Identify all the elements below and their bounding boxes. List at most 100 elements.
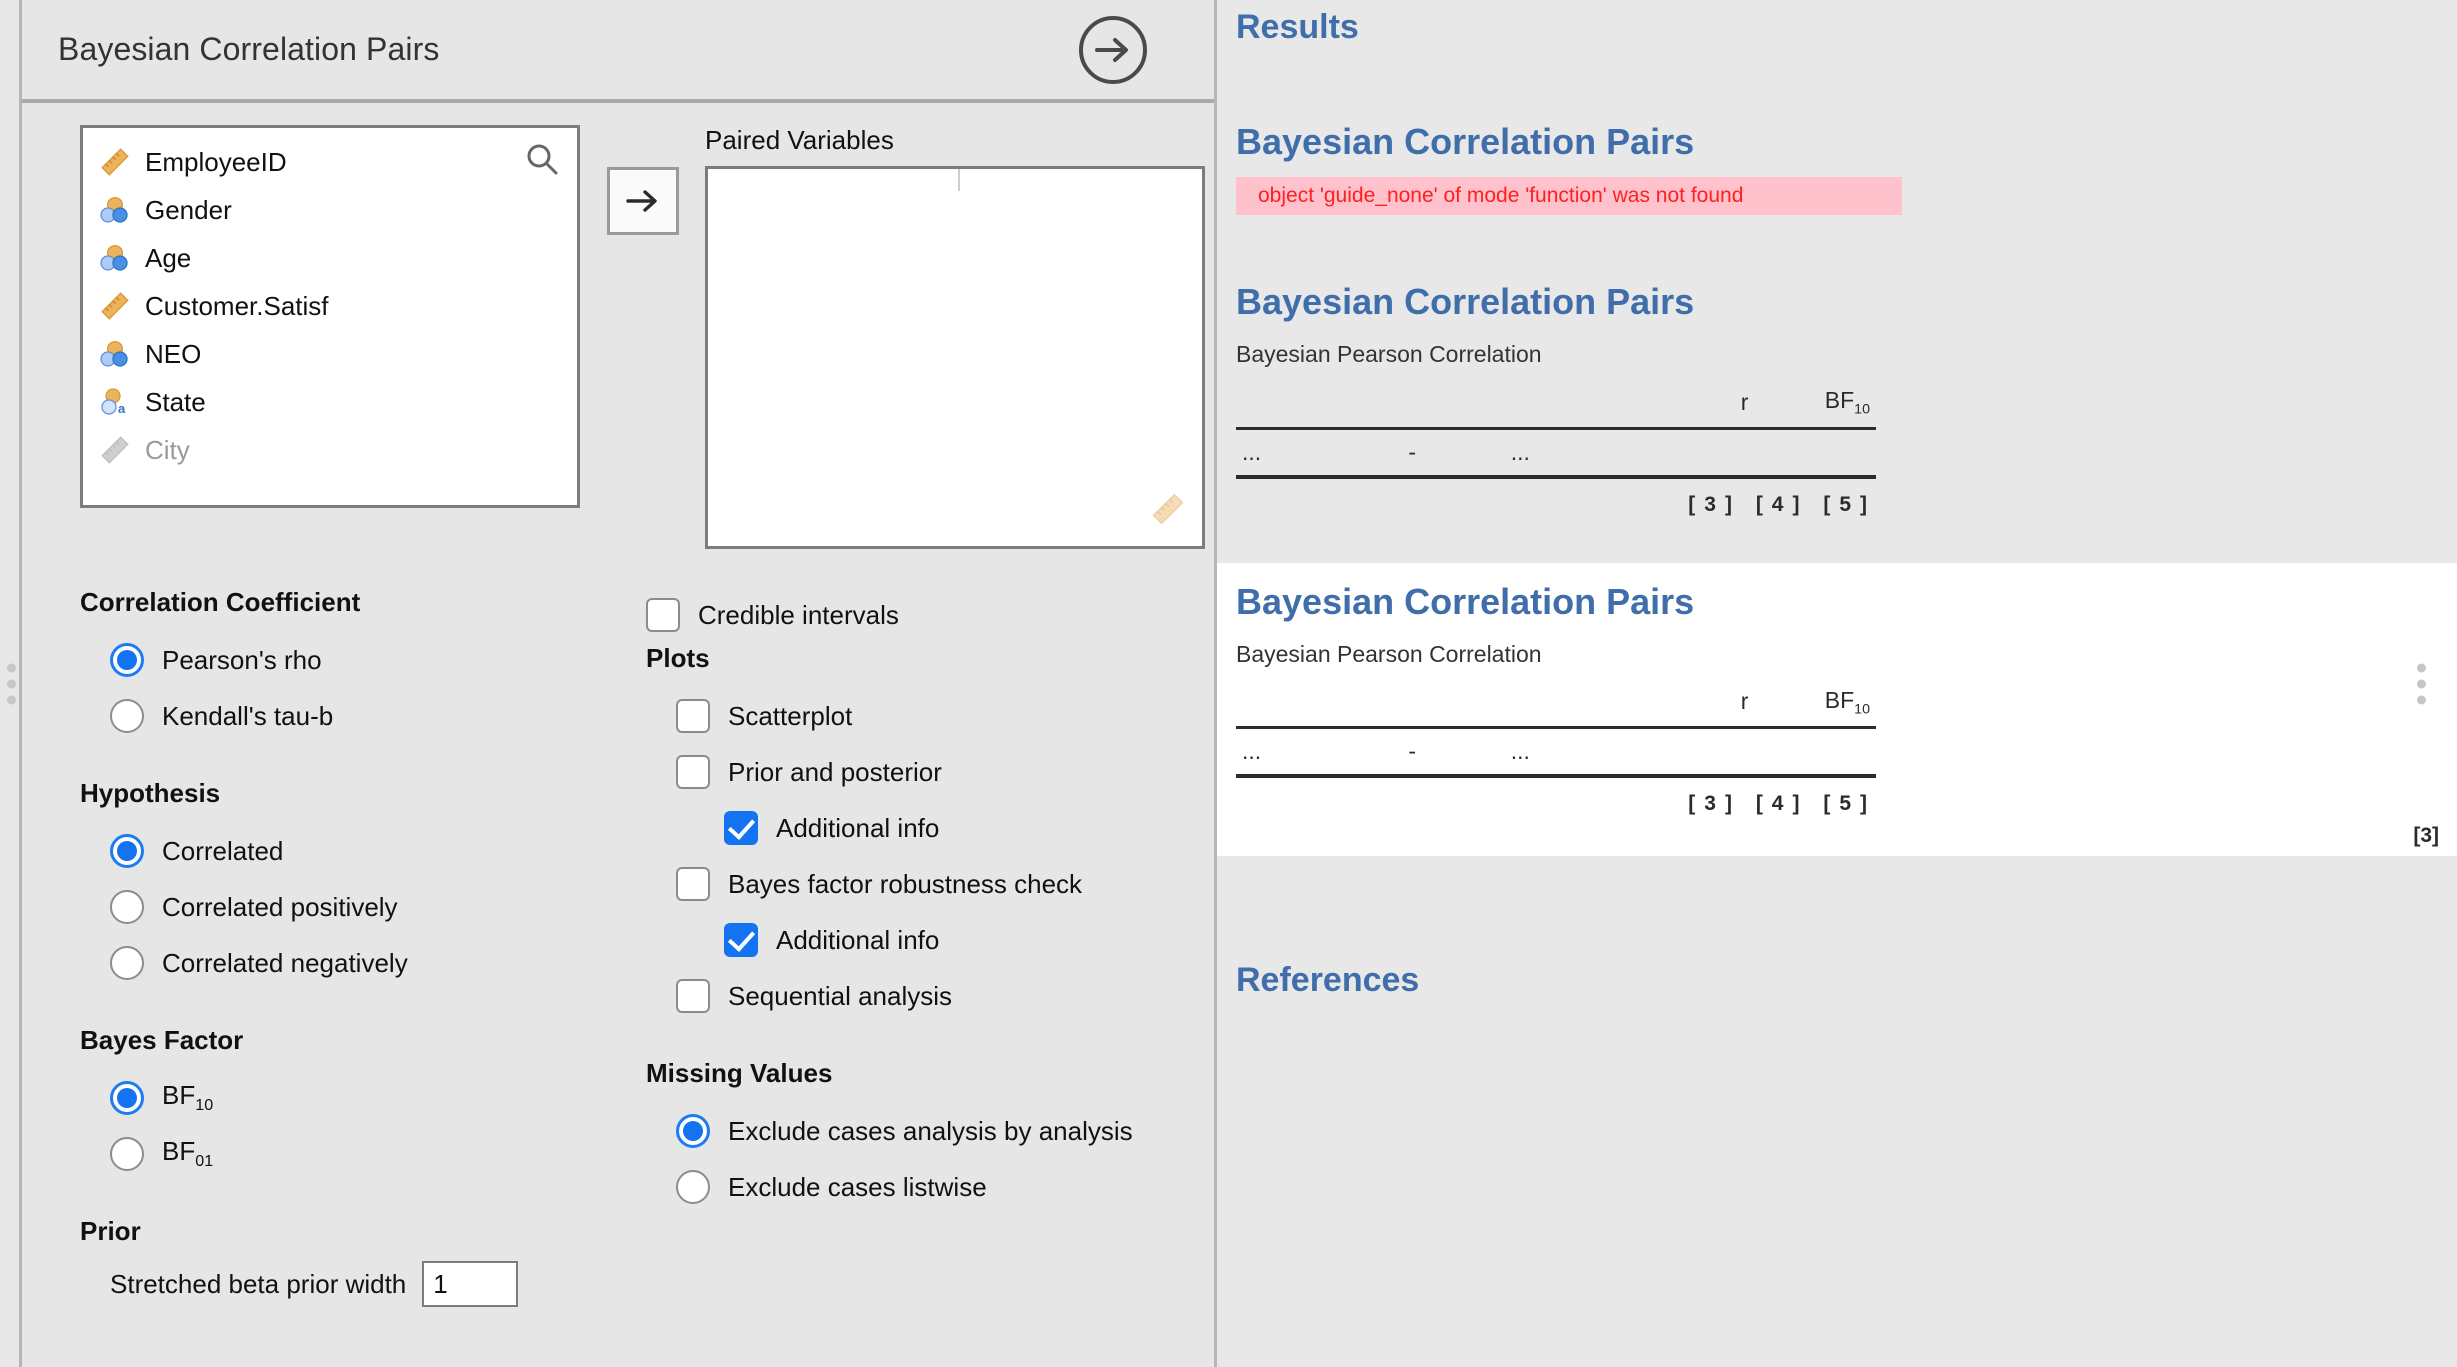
analysis-heading: Bayesian Correlation Pairs: [1236, 121, 1695, 162]
radio-indicator: [110, 1081, 144, 1115]
list-item-label: Age: [145, 242, 192, 273]
table-footnote-marks: [3] [4] [5]: [1688, 492, 1876, 516]
table-header-blank-2: [1402, 678, 1504, 727]
radio-exclude-analysis-by-analysis[interactable]: Exclude cases analysis by analysis: [646, 1103, 1213, 1159]
radio-label: Correlated positively: [162, 891, 398, 922]
arrow-right-circle-icon[interactable]: [1079, 15, 1147, 84]
radio-indicator: [110, 1137, 144, 1171]
checkbox-indicator: [676, 755, 710, 789]
radio-label: Pearson's rho: [162, 644, 322, 675]
radio-bf10[interactable]: BF10: [80, 1070, 588, 1126]
table-header-row: r BF10: [1236, 378, 1876, 427]
group-title: Correlation Coefficient: [80, 587, 361, 617]
results-block-table-2-selected[interactable]: Bayesian Correlation Pairs Bayesian Pear…: [1217, 562, 2457, 857]
checkbox-bayes-factor-robustness-check[interactable]: Bayes factor robustness check: [646, 856, 1213, 912]
missing-values-group: Missing Values Exclude cases analysis by…: [646, 1058, 1213, 1215]
radio-indicator: [110, 834, 144, 868]
results-splitter-grip-icon[interactable]: [2417, 663, 2426, 704]
results-block-table-1[interactable]: Bayesian Correlation Pairs Bayesian Pear…: [1217, 281, 2457, 517]
nominal-circles-icon: [99, 242, 131, 274]
checkbox-indicator: [724, 811, 758, 845]
radio-correlated-positively[interactable]: Correlated positively: [80, 879, 588, 935]
radio-correlated-negatively[interactable]: Correlated negatively: [80, 935, 588, 991]
prior-group: Prior Stretched beta prior width: [80, 1216, 588, 1307]
checkbox-credible-intervals[interactable]: Credible intervals: [646, 587, 1213, 643]
correlation-coefficient-group: Correlation Coefficient Pearson's rho Ke…: [80, 587, 588, 744]
checkbox-prior-and-posterior[interactable]: Prior and posterior: [646, 744, 1213, 800]
radio-label: Exclude cases analysis by analysis: [728, 1115, 1133, 1146]
cell-var1: ...: [1242, 438, 1262, 465]
group-title: Hypothesis: [80, 778, 221, 808]
group-title: Missing Values: [646, 1058, 833, 1088]
checkbox-prior-posterior-additional-info[interactable]: Additional info: [646, 800, 1213, 856]
group-title: Plots: [646, 643, 710, 673]
cell-bf10: [1754, 728, 1876, 775]
radio-indicator: [110, 946, 144, 980]
checkbox-label: Additional info: [776, 924, 940, 955]
checkbox-label: Additional info: [776, 812, 940, 843]
radio-indicator: [676, 1114, 710, 1148]
radio-correlated[interactable]: Correlated: [80, 823, 588, 879]
nominal-circles-icon: [99, 338, 131, 370]
checkbox-label: Prior and posterior: [728, 756, 942, 787]
table-row: ... - ...: [1236, 428, 1876, 475]
list-item[interactable]: EmployeeID: [83, 138, 577, 186]
prior-width-input[interactable]: [422, 1261, 519, 1307]
assign-variables-button[interactable]: [606, 167, 679, 235]
paired-variables-label: Paired Variables: [705, 125, 894, 155]
references-heading: References: [1236, 961, 1420, 1000]
results-panel: Results Bayesian Correlation Pairs objec…: [1217, 0, 2457, 1367]
radio-indicator: [676, 1170, 710, 1204]
cell-var2: ...: [1510, 438, 1530, 465]
list-item[interactable]: Gender: [83, 186, 577, 234]
checkbox-robustness-additional-info[interactable]: Additional info: [646, 912, 1213, 968]
table-header-blank-1: [1236, 378, 1402, 427]
prior-width-label: Stretched beta prior width: [110, 1268, 407, 1299]
radio-pearsons-rho[interactable]: Pearson's rho: [80, 632, 588, 688]
results-heading: Results: [1236, 8, 1359, 46]
checkbox-sequential-analysis[interactable]: Sequential analysis: [646, 968, 1213, 1024]
table-header-row: r BF10: [1236, 678, 1876, 727]
bf-subscript: 10: [195, 1096, 214, 1115]
ruler-icon: [99, 290, 131, 322]
checkbox-label: Credible intervals: [698, 599, 899, 630]
results-block-error[interactable]: Bayesian Correlation Pairs object 'guide…: [1217, 121, 2457, 215]
cell-r: [1646, 428, 1755, 475]
jasp-window: Bayesian Correlation Pairs EmployeeID Ge…: [0, 0, 2457, 1367]
list-item-label: EmployeeID: [145, 146, 287, 177]
paired-variables-dropzone[interactable]: [705, 166, 1205, 549]
checkbox-scatterplot[interactable]: Scatterplot: [646, 688, 1213, 744]
ruler-icon: [99, 146, 131, 178]
checkbox-indicator: [724, 923, 758, 957]
table-header-r: r: [1740, 688, 1749, 715]
page-title: Bayesian Correlation Pairs: [58, 31, 440, 67]
references-section[interactable]: References: [1217, 961, 2457, 1000]
radio-exclude-listwise[interactable]: Exclude cases listwise: [646, 1159, 1213, 1215]
list-item[interactable]: a State: [83, 378, 577, 426]
nominal-text-icon: a: [99, 386, 131, 418]
radio-bf01[interactable]: BF01: [80, 1126, 588, 1182]
bayes-factor-group: Bayes Factor BF10 BF01: [80, 1025, 588, 1182]
list-item[interactable]: Customer.Satisf: [83, 282, 577, 330]
left-panel-splitter[interactable]: [0, 0, 22, 1367]
list-item[interactable]: Age: [83, 234, 577, 282]
list-item-label: State: [145, 386, 206, 417]
radio-indicator: [110, 890, 144, 924]
list-item[interactable]: NEO: [83, 330, 577, 378]
table-row: ... - ...: [1236, 728, 1876, 775]
nominal-circles-icon: [99, 194, 131, 226]
radio-kendalls-tau-b[interactable]: Kendall's tau-b: [80, 688, 588, 744]
cell-r: [1646, 728, 1755, 775]
cell-bf10: [1754, 428, 1876, 475]
list-item-label: City: [145, 434, 190, 465]
list-item-label: NEO: [145, 338, 202, 369]
table-title: Bayesian Pearson Correlation: [1236, 341, 1542, 367]
svg-text:a: a: [118, 401, 126, 416]
cell-var1: ...: [1242, 738, 1262, 765]
list-item[interactable]: City: [83, 426, 577, 474]
search-icon[interactable]: [525, 142, 559, 181]
table-header-r: r: [1740, 388, 1749, 415]
available-variables-list[interactable]: EmployeeID Gender Age Customer.Satisf NE…: [80, 125, 580, 508]
checkbox-indicator: [676, 699, 710, 733]
plots-group: Plots Scatterplot Prior and posterior Ad…: [646, 643, 1213, 1024]
